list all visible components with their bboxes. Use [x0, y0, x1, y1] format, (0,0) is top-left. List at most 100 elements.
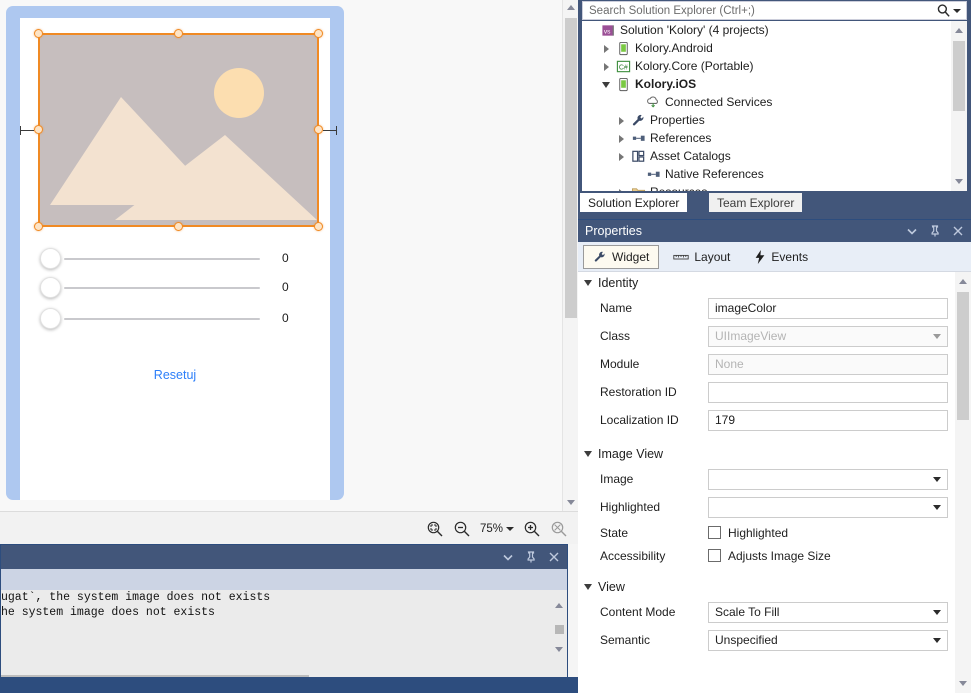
chevron-down-icon[interactable]: [933, 638, 941, 643]
checkbox-adjusts-image-size[interactable]: [708, 549, 721, 562]
expander-expanded-icon[interactable]: [601, 78, 613, 90]
resize-handle-bottom-middle[interactable]: [173, 222, 183, 231]
pin-icon[interactable]: [928, 224, 942, 238]
resize-handle-middle-left[interactable]: [34, 125, 43, 134]
scrollbar-thumb[interactable]: [957, 292, 969, 420]
zoom-fit-icon[interactable]: [426, 520, 444, 538]
property-row-highlighted: Highlighted: [578, 493, 971, 521]
window-dropdown-icon[interactable]: [501, 550, 515, 564]
tree-item-references[interactable]: References: [582, 129, 967, 147]
device-screen[interactable]: 0 0 0 Resetuj: [20, 18, 337, 500]
tree-item-solution-kolory-4-projects[interactable]: vs Solution 'Kolory' (4 projects): [582, 21, 967, 39]
resize-handle-bottom-right[interactable]: [314, 222, 323, 231]
combobox-semantic[interactable]: Unspecified: [708, 629, 948, 651]
expander-collapsed-icon[interactable]: [616, 150, 628, 162]
solution-explorer-tree[interactable]: vs Solution 'Kolory' (4 projects) Kolory.A…: [582, 21, 967, 191]
tree-item-native-references[interactable]: Native References: [582, 165, 967, 183]
properties-wrench-icon: [630, 112, 646, 128]
scroll-down-arrow[interactable]: [563, 495, 578, 511]
output-vertical-scrollbar[interactable]: [551, 590, 567, 670]
textfield-name[interactable]: imageColor: [708, 297, 948, 319]
reset-button[interactable]: Resetuj: [20, 368, 330, 382]
connected-services-icon: [645, 94, 661, 110]
tab-team-explorer[interactable]: Team Explorer: [709, 193, 803, 212]
tree-item-resources[interactable]: Resources: [582, 183, 967, 191]
expander-collapsed-icon[interactable]: [616, 186, 628, 191]
designer-vertical-scrollbar[interactable]: [562, 0, 578, 511]
tree-vertical-scrollbar[interactable]: [951, 21, 967, 191]
combobox-content-mode[interactable]: Scale To Fill: [708, 601, 948, 623]
expander-collapsed-icon[interactable]: [601, 60, 613, 72]
close-icon[interactable]: [951, 224, 965, 238]
tree-item-label: Properties: [650, 113, 705, 127]
tree-item-asset-catalogs[interactable]: Asset Catalogs: [582, 147, 967, 165]
zoom-actual-size-icon[interactable]: [550, 520, 568, 538]
window-dropdown-icon[interactable]: [905, 224, 919, 238]
pin-icon[interactable]: [524, 550, 538, 564]
chevron-down-icon[interactable]: [953, 8, 961, 13]
properties-content[interactable]: Identity Name imageColor Class UIImageView Mo…: [578, 272, 971, 693]
tab-widget[interactable]: Widget: [583, 244, 660, 269]
textfield-restoration-id[interactable]: [708, 381, 948, 403]
chevron-down-icon[interactable]: [933, 610, 941, 615]
tab-solution-explorer[interactable]: Solution Explorer: [580, 193, 688, 212]
solution-explorer-search[interactable]: Search Solution Explorer (Ctrl+;): [582, 1, 967, 20]
chevron-down-icon[interactable]: [933, 505, 941, 510]
scrollbar-thumb[interactable]: [953, 41, 965, 111]
combobox-image[interactable]: [708, 468, 948, 490]
expander-collapsed-icon[interactable]: [616, 114, 628, 126]
checkbox-label: Adjusts Image Size: [728, 548, 831, 563]
combobox-highlighted[interactable]: [708, 496, 948, 518]
zoom-level-dropdown[interactable]: 75%: [480, 523, 514, 535]
tree-item-kolory-core-portable[interactable]: C# Kolory.Core (Portable): [582, 57, 967, 75]
tree-item-kolory-android[interactable]: Kolory.Android: [582, 39, 967, 57]
output-panel-toolbar[interactable]: [1, 569, 567, 590]
scrollbar-thumb[interactable]: [555, 625, 564, 634]
properties-vertical-scrollbar[interactable]: [955, 272, 971, 693]
tab-events[interactable]: Events: [744, 245, 818, 269]
ios-designer-canvas[interactable]: 0 0 0 Resetuj: [0, 0, 578, 511]
expander-collapsed-icon[interactable]: [616, 132, 628, 144]
expander-none: [631, 96, 643, 108]
explorer-tab-strip: Solution Explorer Team Explorer: [578, 193, 971, 212]
scroll-up-arrow: [959, 279, 967, 284]
slider-row-1[interactable]: 0: [40, 248, 308, 270]
scrollbar-thumb[interactable]: [565, 18, 577, 318]
zoom-out-icon[interactable]: [453, 520, 471, 538]
textfield-localization-id[interactable]: 179: [708, 409, 948, 431]
properties-group-identity[interactable]: Identity: [578, 272, 971, 294]
resize-handle-top-middle[interactable]: [173, 29, 183, 38]
tree-item-properties[interactable]: Properties: [582, 111, 967, 129]
close-icon[interactable]: [547, 550, 561, 564]
designer-zoom-toolbar: 75%: [0, 511, 578, 544]
slider-thumb[interactable]: [40, 308, 61, 329]
resize-handle-middle-right[interactable]: [314, 125, 323, 134]
output-text-area[interactable]: ugat`, the system image does not exists …: [1, 590, 567, 670]
search-icon[interactable]: [936, 3, 951, 18]
zoom-in-icon[interactable]: [523, 520, 541, 538]
properties-title-label: Properties: [585, 224, 642, 238]
search-input[interactable]: Search Solution Explorer (Ctrl+;): [583, 5, 936, 17]
resize-handle-top-right[interactable]: [314, 29, 323, 38]
chevron-down-icon[interactable]: [933, 334, 941, 339]
slider-row-2[interactable]: 0: [40, 277, 308, 299]
field-value: Unspecified: [715, 633, 778, 647]
scroll-up-arrow[interactable]: [563, 0, 578, 16]
properties-group-view[interactable]: View: [578, 576, 971, 598]
slider-row-3[interactable]: 0: [40, 308, 308, 330]
resize-handle-top-left[interactable]: [34, 29, 43, 38]
properties-group-image-view[interactable]: Image View: [578, 443, 971, 465]
image-view-widget[interactable]: [20, 29, 337, 231]
combobox-class[interactable]: UIImageView: [708, 325, 948, 347]
property-label: Restoration ID: [600, 385, 677, 399]
slider-thumb[interactable]: [40, 277, 61, 298]
tab-layout[interactable]: Layout: [663, 245, 740, 269]
textfield-module[interactable]: None: [708, 353, 948, 375]
checkbox-highlighted[interactable]: [708, 526, 721, 539]
tree-item-connected-services[interactable]: Connected Services: [582, 93, 967, 111]
slider-thumb[interactable]: [40, 248, 61, 269]
chevron-down-icon[interactable]: [933, 477, 941, 482]
expander-collapsed-icon[interactable]: [601, 42, 613, 54]
resize-handle-bottom-left[interactable]: [34, 222, 43, 231]
tree-item-kolory-ios[interactable]: Kolory.iOS: [582, 75, 967, 93]
